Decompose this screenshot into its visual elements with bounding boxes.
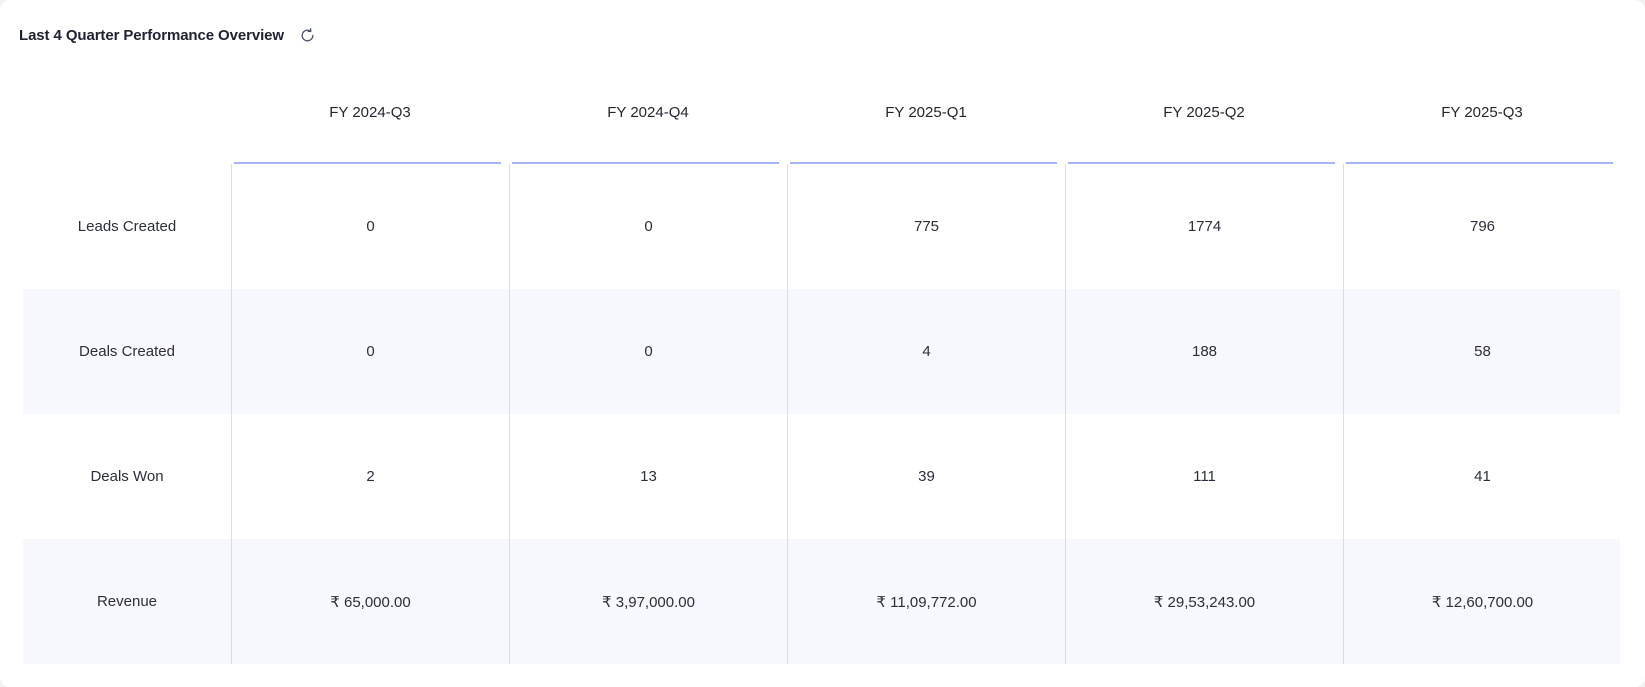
table-cell: ₹ 3,97,000.00 bbox=[509, 539, 787, 664]
table-cell: 188 bbox=[1065, 289, 1343, 414]
row-label: Leads Created bbox=[77, 218, 177, 235]
widget-title: Last 4 Quarter Performance Overview bbox=[19, 26, 284, 44]
table-cell: ₹ 12,60,700.00 bbox=[1343, 539, 1621, 664]
row-label: Revenue bbox=[96, 593, 158, 610]
table-cell: 2 bbox=[231, 414, 509, 539]
column-header-label: FY 2025-Q1 bbox=[885, 103, 967, 121]
widget-header: Last 4 Quarter Performance Overview bbox=[19, 22, 318, 48]
table-cell: 4 bbox=[787, 289, 1065, 414]
table-cell: 0 bbox=[231, 164, 509, 289]
table-body: Leads Created 0 0 775 1774 796 Deals Cre… bbox=[23, 164, 1620, 664]
table-row: Deals Created 0 0 4 188 58 bbox=[23, 289, 1620, 414]
table-cell: 0 bbox=[509, 289, 787, 414]
column-header-label: FY 2024-Q3 bbox=[329, 103, 411, 121]
table-cell: 0 bbox=[509, 164, 787, 289]
column-header-label: FY 2024-Q4 bbox=[607, 103, 689, 121]
table-row: Leads Created 0 0 775 1774 796 bbox=[23, 164, 1620, 289]
table-cell: 58 bbox=[1343, 289, 1621, 414]
table-cell: 796 bbox=[1343, 164, 1621, 289]
table-cell: 13 bbox=[509, 414, 787, 539]
table-cell: 111 bbox=[1065, 414, 1343, 539]
column-header-label: FY 2025-Q2 bbox=[1163, 103, 1245, 121]
table-cell: ₹ 65,000.00 bbox=[231, 539, 509, 664]
table-cell: ₹ 11,09,772.00 bbox=[787, 539, 1065, 664]
table-cell: 41 bbox=[1343, 414, 1621, 539]
column-header: FY 2025-Q1 bbox=[787, 60, 1065, 164]
quarter-performance-table: FY 2024-Q3 FY 2024-Q4 FY 2025-Q1 FY 2025… bbox=[23, 60, 1620, 664]
table-cell: 39 bbox=[787, 414, 1065, 539]
row-label: Deals Won bbox=[90, 468, 164, 485]
refresh-icon[interactable] bbox=[298, 25, 318, 45]
table-header-row: FY 2024-Q3 FY 2024-Q4 FY 2025-Q1 FY 2025… bbox=[23, 60, 1620, 164]
column-header: FY 2024-Q3 bbox=[231, 60, 509, 164]
column-header: FY 2025-Q3 bbox=[1343, 60, 1621, 164]
table-row: Deals Won 2 13 39 111 41 bbox=[23, 414, 1620, 539]
table-cell: ₹ 29,53,243.00 bbox=[1065, 539, 1343, 664]
table-row: Revenue ₹ 65,000.00 ₹ 3,97,000.00 ₹ 11,0… bbox=[23, 539, 1620, 664]
row-label: Deals Created bbox=[79, 343, 175, 360]
column-header: FY 2025-Q2 bbox=[1065, 60, 1343, 164]
table-cell: 0 bbox=[231, 289, 509, 414]
table-cell: 775 bbox=[787, 164, 1065, 289]
column-header: FY 2024-Q4 bbox=[509, 60, 787, 164]
column-header-label: FY 2025-Q3 bbox=[1441, 103, 1523, 121]
table-cell: 1774 bbox=[1065, 164, 1343, 289]
performance-overview-card: Last 4 Quarter Performance Overview FY 2… bbox=[0, 0, 1645, 687]
